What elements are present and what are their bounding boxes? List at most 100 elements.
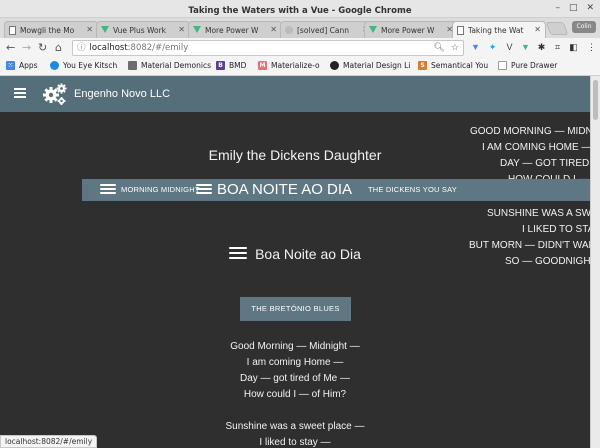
page-scrollbar[interactable]	[590, 76, 600, 448]
forward-icon[interactable]: →	[22, 40, 31, 56]
address-bar[interactable]: ⓘ localhost:8082/#/emily 🔍︎ ☆	[72, 40, 464, 56]
bookmark-apps[interactable]: ⁙ Apps	[6, 61, 38, 70]
gears-logo-icon	[43, 83, 67, 105]
url-path: :8082/#/emily	[127, 43, 189, 53]
home-icon[interactable]: ⌂	[55, 40, 62, 56]
page-icon	[9, 25, 16, 35]
bookmarks-bar: ⁙ Apps You Eye Kitsch Material Demonics B…	[0, 58, 600, 76]
strip-center[interactable]: BOA NOITE AO DIA	[196, 179, 352, 201]
waves-icon	[196, 184, 212, 196]
app-toolbar: Engenho Novo LLC	[0, 76, 590, 112]
tab-label: Taking the Wat	[468, 26, 524, 35]
strip-right[interactable]: THE DICKENS YOU SAY	[368, 179, 457, 201]
browser-toolbar: ← → ↻ ⌂ ⓘ localhost:8082/#/emily 🔍︎ ☆ ▼ ✦…	[0, 38, 600, 58]
tab-close-icon[interactable]: ✕	[270, 25, 277, 34]
github-icon	[330, 61, 339, 70]
title-strip: MORNING MIDNIGHT BOA NOITE AO DIA THE DI…	[82, 179, 590, 201]
strip-left-label: MORNING MIDNIGHT	[121, 185, 200, 194]
bookmark-label: Material Demonics	[141, 61, 212, 70]
bookmark-material-demonics[interactable]: Material Demonics	[128, 61, 211, 70]
strip-left[interactable]: MORNING MIDNIGHT	[100, 179, 200, 201]
poem-line: How could I — of Him?	[243, 389, 347, 400]
bookmark-material-design-li[interactable]: Material Design Li	[330, 61, 410, 70]
poem-line: Sunshine was a sweet place —	[225, 421, 365, 432]
apps-icon: ⁙	[6, 61, 15, 70]
doc-icon	[498, 61, 507, 70]
section-heading-label: Boa Noite ao Dia	[255, 246, 361, 262]
strip-right-label: THE DICKENS YOU SAY	[368, 185, 457, 194]
star-icon[interactable]: ☆	[451, 41, 459, 55]
poem-line: GOOD MORNING — MIDNIGHT —	[470, 126, 590, 137]
page-title: Emily the Dickens Daughter	[208, 147, 382, 163]
tab-label: [solved] Cann	[297, 25, 349, 35]
bookmark-you-eye-kitsch[interactable]: You Eye Kitsch	[50, 61, 117, 70]
poem: Good Morning — Midnight — I am coming Ho…	[0, 339, 590, 448]
b-icon: B	[216, 61, 225, 70]
menu-dots-icon[interactable]: ⋮	[586, 42, 597, 53]
su-icon: S	[418, 61, 427, 70]
tab-mowgli[interactable]: Mowgli the Mo ✕	[4, 21, 98, 38]
tab-label: Vue Plus Work	[113, 25, 167, 35]
bookmark-pure-drawer[interactable]: Pure Drawer	[498, 61, 557, 70]
vue-icon	[101, 26, 109, 34]
bretonio-blues-button[interactable]: THE BRETÓNIO BLUES	[240, 297, 351, 321]
m-icon: M	[258, 61, 267, 70]
strip-center-label: BOA NOITE AO DIA	[217, 181, 353, 198]
section-heading: Boa Noite ao Dia	[0, 246, 590, 262]
reload-icon[interactable]: ↻	[38, 40, 47, 56]
poem-line: Day — got tired of Me —	[239, 373, 351, 384]
vue-extension-icon[interactable]: ▼	[520, 42, 531, 53]
tab-close-icon[interactable]: ✕	[86, 25, 93, 34]
bookmark-label: Material Design Li	[343, 61, 411, 70]
twitter-icon[interactable]: ✦	[487, 42, 498, 53]
bookmark-label: Semantical You	[431, 61, 489, 70]
ghost-icon	[285, 26, 293, 34]
tab-more-power[interactable]: More Power W ✕	[188, 21, 282, 38]
window-title: Taking the Waters with a Vue - Google Ch…	[188, 6, 412, 16]
tab-strip: Mowgli the Mo ✕ Vue Plus Work ✕ More Pow…	[0, 18, 600, 39]
main-content: GOOD MORNING — MIDNIGHT — I AM COMING HO…	[0, 112, 590, 448]
page-icon	[457, 26, 464, 35]
hamburger-menu-icon[interactable]	[14, 88, 26, 98]
bookmark-label: Apps	[19, 61, 38, 70]
tab-vue-plus[interactable]: Vue Plus Work ✕	[96, 21, 190, 38]
back-icon[interactable]: ←	[6, 40, 15, 56]
bookmark-label: You Eye Kitsch	[63, 61, 118, 70]
window-titlebar: Taking the Waters with a Vue - Google Ch…	[0, 0, 600, 18]
info-icon[interactable]: ⓘ	[77, 43, 86, 53]
square-icon	[128, 61, 137, 70]
spinner-icon	[50, 61, 59, 70]
vue-icon	[193, 26, 201, 34]
poem-line: SUNSHINE WAS A SWEET PLACE —	[487, 208, 590, 219]
bookmark-semantical-you[interactable]: S Semantical You	[418, 61, 488, 70]
bookmark-label: Materialize-o	[271, 61, 320, 70]
window-controls: – □ ✕	[555, 3, 594, 13]
vue-devtools-icon[interactable]: ▼	[470, 42, 481, 53]
tab-close-icon[interactable]: ✕	[178, 25, 185, 34]
tab-label: More Power W	[205, 25, 259, 35]
search-icon[interactable]: 🔍︎	[433, 41, 444, 55]
stanza-gap	[0, 403, 590, 419]
poem-line: I am coming Home —	[246, 357, 344, 368]
settings-extension-icon[interactable]: ✱	[536, 42, 547, 53]
company-name: Engenho Novo LLC	[74, 88, 171, 100]
profile-button[interactable]: Colin	[572, 21, 596, 33]
screenshot-icon[interactable]: ⌗	[552, 42, 563, 53]
tab-label: More Power W	[381, 25, 435, 35]
minimize-button[interactable]: –	[555, 3, 560, 13]
maximize-button[interactable]: □	[569, 3, 578, 13]
status-bubble: localhost:8082/#/emily	[0, 435, 98, 448]
tab-taking-the-waters[interactable]: Taking the Wat ✕	[452, 21, 546, 39]
tab-close-icon[interactable]: ✕	[534, 25, 541, 34]
bookmark-label: Pure Drawer	[511, 61, 558, 70]
code-icon[interactable]: ◧	[568, 42, 579, 53]
tab-more-power-2[interactable]: More Power W ✕	[364, 21, 458, 38]
bookmark-materialize[interactable]: M Materialize-o	[258, 61, 320, 70]
bookmark-bmd[interactable]: B BMD	[216, 61, 246, 70]
tab-solved[interactable]: [solved] Cann ✕	[280, 21, 374, 38]
poem-line: I LIKED TO STAY —	[522, 224, 590, 235]
scrollbar-thumb[interactable]	[593, 80, 598, 120]
extension-v-icon[interactable]: V	[504, 42, 515, 53]
close-window-button[interactable]: ✕	[586, 3, 594, 13]
bookmark-label: BMD	[229, 61, 247, 70]
